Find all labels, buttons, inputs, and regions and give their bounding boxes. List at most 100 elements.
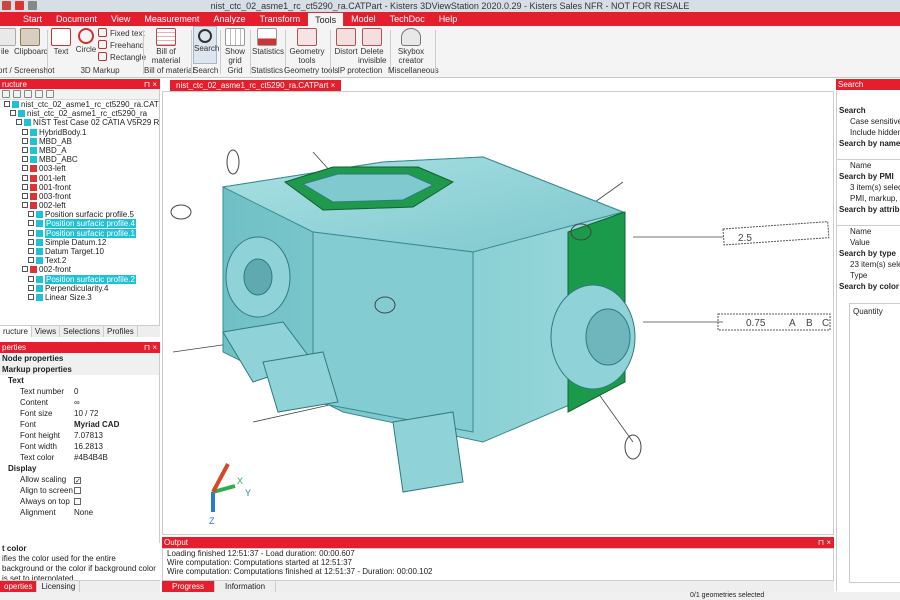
tree-item[interactable]: MBD_A [0,146,159,155]
bill-of-material-button[interactable]: Bill of material [146,26,186,65]
tab-progress[interactable]: Progress [162,581,216,592]
visibility-checkbox[interactable] [22,183,28,190]
circle-markup-button[interactable]: Circle [74,26,98,54]
property-row[interactable]: Font Myriad CAD [0,419,159,430]
property-value[interactable]: 10 / 72 [74,408,98,419]
tree-item[interactable]: nist_ctc_02_asme1_rc_ct5290_ra [0,109,159,118]
tab-information[interactable]: Information [215,581,277,592]
tab-transform[interactable]: Transform [252,12,307,26]
tree-item[interactable]: Position surfacic profile.1 [0,228,159,238]
visibility-checkbox[interactable] [4,101,10,107]
clipboard-button[interactable]: Clipboard [14,26,48,56]
search-section[interactable]: Search by type [837,248,900,259]
tab-view[interactable]: View [104,12,137,26]
rectangle-button[interactable]: Rectangle [98,52,146,64]
expand-icon[interactable] [2,90,10,98]
datum-balloon[interactable] [226,149,240,175]
tree-item[interactable]: MBD_AB [0,137,159,146]
visibility-checkbox[interactable] [22,156,28,163]
visibility-checkbox[interactable] [28,257,34,264]
tree-item[interactable]: HybridBody.1 [0,128,159,137]
visibility-checkbox[interactable] [28,248,34,254]
visibility-checkbox[interactable] [28,284,34,291]
quantity-table[interactable]: Quantity [849,303,900,583]
visibility-checkbox[interactable] [28,293,34,300]
tree-item[interactable]: 001-front [0,183,159,192]
close-icon[interactable]: × [331,81,336,90]
datum-balloon[interactable] [624,434,642,460]
tree-item[interactable]: Text.2 [0,256,159,265]
property-row[interactable]: Font size 10 / 72 [0,408,159,419]
property-value[interactable]: 16.2813 [74,441,103,452]
tree-item[interactable]: Linear Size.3 [0,293,159,302]
visibility-checkbox[interactable] [22,202,28,209]
search-option[interactable]: 3 item(s) selected [837,182,900,193]
property-row[interactable]: Text color #4B4B4B [0,452,159,463]
search-option[interactable]: Type [837,270,900,281]
tree-item[interactable]: Position surfacic profile.2 [0,274,159,284]
tab-help[interactable]: Help [432,12,465,26]
markup-properties-category[interactable]: Markup properties [0,364,159,375]
search-option[interactable]: Name [837,160,900,171]
add-icon[interactable] [24,90,32,98]
3d-viewport[interactable]: 2.5 0.75 A B C X Y Z [162,91,834,535]
display-group[interactable]: Display [0,463,159,474]
delete-invisible-button[interactable]: Delete invisible [358,26,386,65]
tree-item[interactable]: Simple Datum.12 [0,238,159,247]
checkbox[interactable] [74,498,81,505]
remove-icon[interactable] [35,90,43,98]
tree-item[interactable]: Position surfacic profile.4 [0,219,159,229]
search-section[interactable]: Search by attrib [837,204,900,215]
document-tab[interactable]: nist_ctc_02_asme1_rc_ct5290_ra.CATPart × [170,80,342,91]
search-input[interactable] [837,215,900,226]
tree-item[interactable]: 003-front [0,192,159,201]
search-option[interactable]: 23 item(s) selected [837,259,900,270]
search-option[interactable]: PMI, markup, tex [837,193,900,204]
search-option[interactable]: Name [837,226,900,237]
tab-properties[interactable]: operties [0,581,38,592]
visibility-checkbox[interactable] [28,220,34,227]
property-row[interactable]: Font width 16.2813 [0,441,159,452]
visibility-checkbox[interactable] [28,238,34,245]
visibility-checkbox[interactable] [10,110,16,117]
freehand-button[interactable]: Freehand [98,40,144,52]
datum-balloon[interactable] [170,204,192,220]
show-grid-button[interactable]: Show grid [222,26,248,65]
search-input[interactable] [837,149,900,160]
tab-selections[interactable]: Selections [60,326,105,337]
pin-icon[interactable]: ⊓ × [818,537,831,548]
search-button[interactable]: Search [193,26,219,64]
visibility-checkbox[interactable] [28,275,34,282]
visibility-checkbox[interactable] [16,119,22,126]
visibility-checkbox[interactable] [22,165,28,172]
search-option[interactable]: Include hidden g [837,127,900,138]
tab-document[interactable]: Document [49,12,104,26]
visibility-checkbox[interactable] [22,146,28,153]
visibility-checkbox[interactable] [28,229,34,236]
prop-align-to-screen[interactable]: Align to screen [0,485,159,496]
tab-techdoc[interactable]: TechDoc [383,12,432,26]
search-section[interactable]: Search by color [837,281,900,292]
tab-licensing[interactable]: Licensing [37,581,81,592]
tree-item[interactable]: NIST Test Case 02 CATIA V5R29 RB [0,118,159,127]
tree-item[interactable]: Position surfacic profile.5 [0,210,159,219]
tab-profiles[interactable]: Profiles [104,326,138,337]
tab-analyze[interactable]: Analyze [206,12,252,26]
tab-views[interactable]: Views [32,326,61,337]
tree-item[interactable]: Perpendicularity.4 [0,284,159,293]
tab-tools[interactable]: Tools [307,12,345,26]
property-value[interactable]: #4B4B4B [74,452,108,463]
visibility-checkbox[interactable] [28,211,34,218]
search-section[interactable]: Search [837,105,900,116]
geometry-tools-button[interactable]: Geometry tools [288,26,326,65]
tree-item[interactable]: 003-left [0,164,159,173]
checkbox[interactable] [74,477,81,484]
prop-always-on-top[interactable]: Always on top [0,496,159,507]
tab-structure[interactable]: ructure [0,326,32,337]
visibility-checkbox[interactable] [22,137,28,144]
property-value[interactable]: ∞ [74,397,80,408]
text-markup-button[interactable]: Text [50,26,72,56]
search-section[interactable]: Search by name [837,138,900,149]
skybox-creator-button[interactable]: Skybox creator [394,26,428,65]
text-group[interactable]: Text [0,375,159,386]
